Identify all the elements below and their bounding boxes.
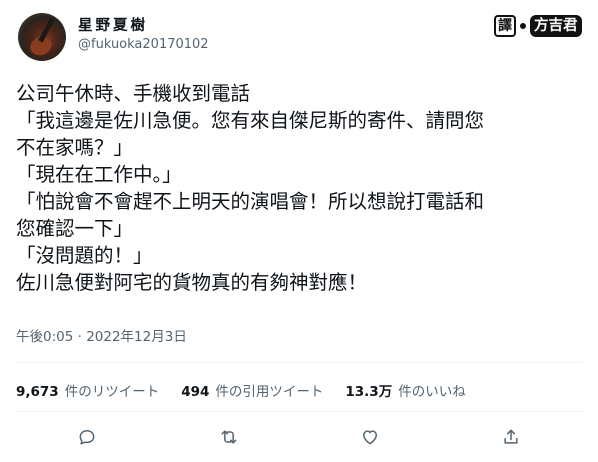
share-button[interactable]	[498, 424, 524, 450]
retweets-label: 件のリツイート	[64, 384, 160, 400]
tweet-line: 「沒問題的！」	[16, 244, 153, 267]
like-button[interactable]	[357, 424, 383, 450]
divider	[16, 411, 582, 412]
tweet-line: 「怕說會不會趕不上明天的演唱會！所以想說打電話和	[16, 190, 485, 213]
watermark-dot	[520, 23, 526, 29]
tweet-line: 不在家嗎？」	[16, 136, 134, 159]
retweet-icon	[221, 430, 237, 444]
quotes-count: 494	[181, 384, 210, 400]
quotes-stat[interactable]: 494 件の引用ツイート	[181, 380, 323, 400]
like-icon	[363, 430, 377, 445]
translator-watermark: 譯 方吉君	[494, 14, 582, 38]
reply-icon	[79, 430, 95, 445]
tweet-line: 佐川急便對阿宅的貨物真的有夠神對應！	[16, 271, 368, 294]
translator-name: 方吉君	[530, 15, 582, 37]
tweet-line: 您確認一下」	[16, 217, 134, 240]
avatar[interactable]	[18, 13, 66, 61]
translation-seal: 譯	[494, 15, 516, 37]
likes-stat[interactable]: 13.3万 件のいいね	[345, 380, 465, 400]
reply-button[interactable]	[74, 424, 100, 450]
divider	[16, 362, 582, 363]
likes-count: 13.3万	[345, 384, 393, 400]
tweet-line: 公司午休時、手機收到電話	[16, 82, 251, 105]
retweets-count: 9,673	[16, 384, 59, 400]
share-icon	[504, 429, 518, 444]
author-handle[interactable]: @fukuoka20170102	[78, 37, 209, 52]
quotes-label: 件の引用ツイート	[215, 384, 324, 400]
tweet-line: 「現在在工作中。」	[16, 163, 182, 186]
author-display-name[interactable]: 星野夏樹	[78, 14, 148, 35]
retweet-button[interactable]	[216, 424, 242, 450]
tweet-line: 「我這邊是佐川急便。您有來自傑尼斯的寄件、請問您	[16, 109, 485, 132]
likes-label: 件のいいね	[398, 384, 466, 400]
tweet-text: 公司午休時、手機收到電話 「我這邊是佐川急便。您有來自傑尼斯的寄件、請問您 不在…	[16, 80, 586, 296]
engagement-stats: 9,673 件のリツイート 494 件の引用ツイート 13.3万 件のいいね	[16, 380, 488, 400]
tweet-actions	[0, 424, 598, 450]
retweets-stat[interactable]: 9,673 件のリツイート	[16, 380, 159, 400]
tweet-timestamp[interactable]: 午後0:05 · 2022年12月3日	[16, 325, 187, 345]
